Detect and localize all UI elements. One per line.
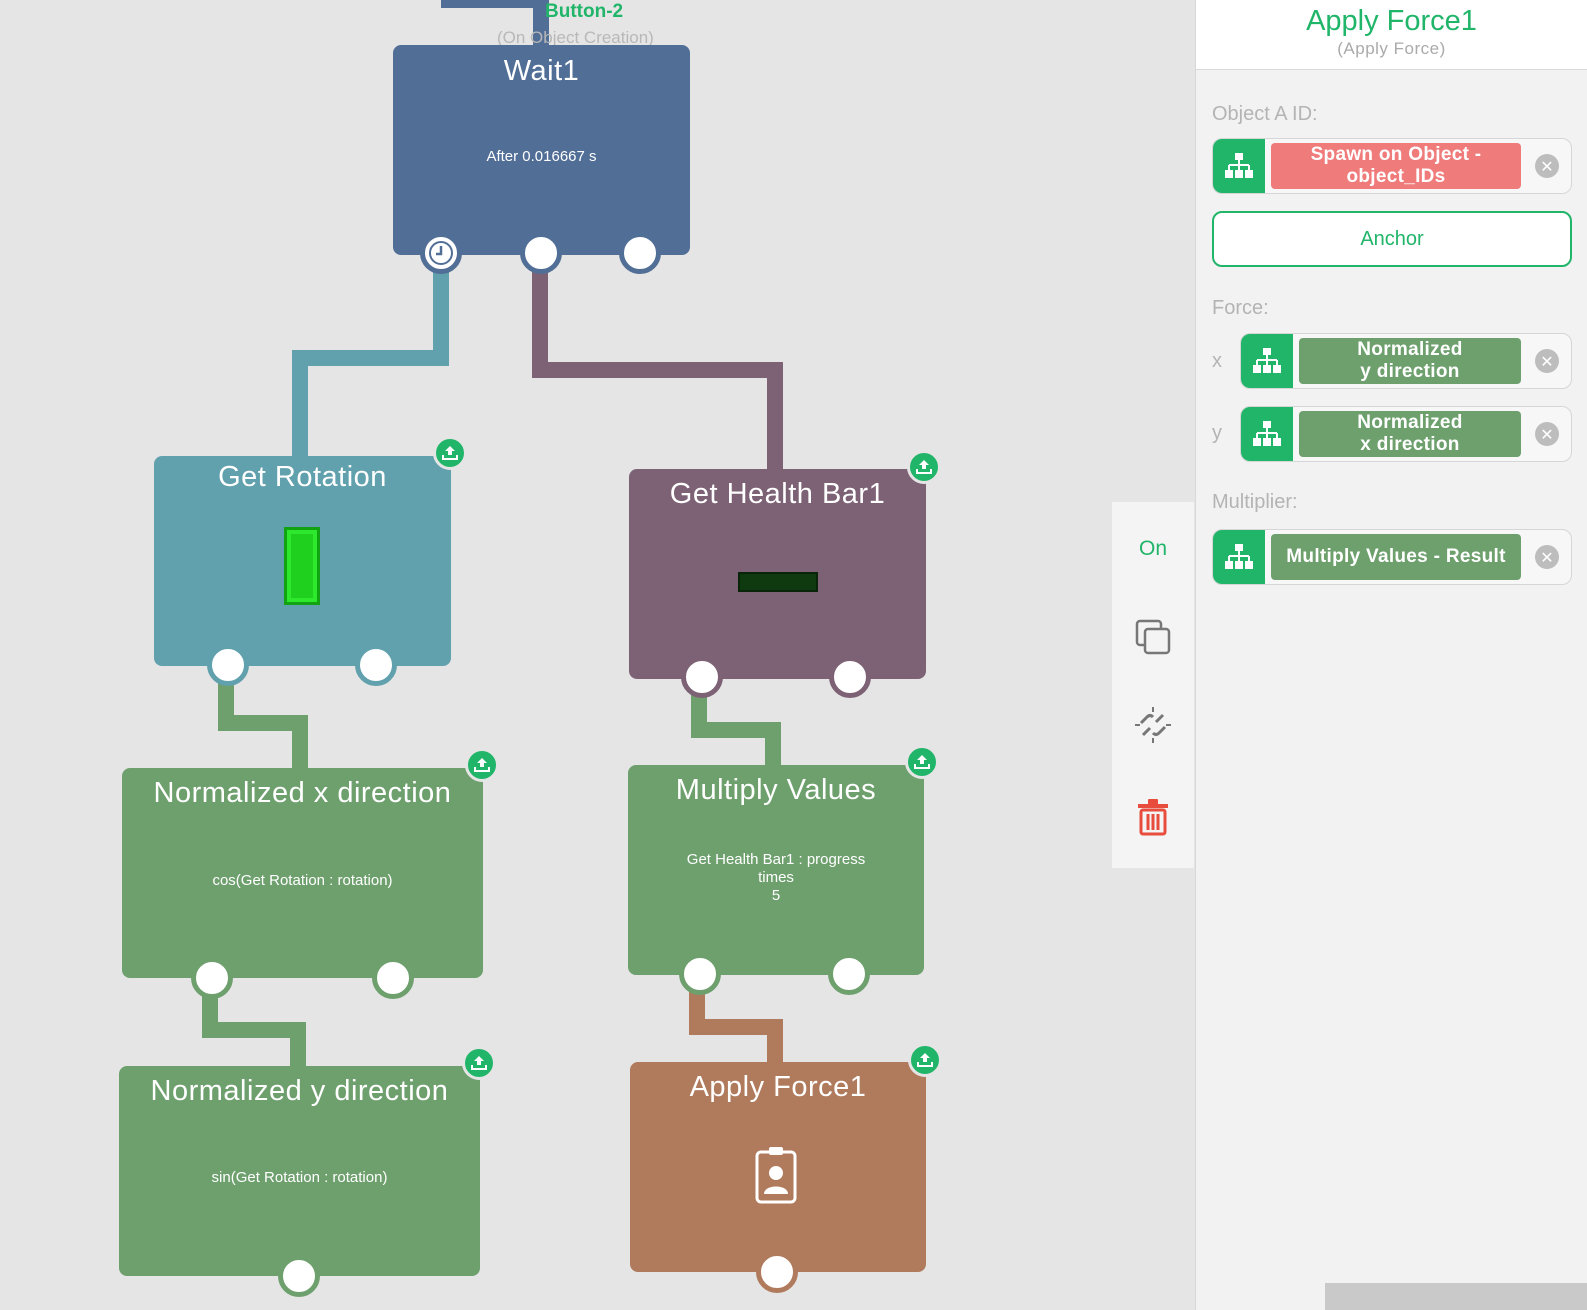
clear-icon[interactable]: ✕: [1535, 349, 1559, 373]
upload-icon[interactable]: [465, 748, 499, 782]
force-x-value-chip[interactable]: Normalized y direction: [1299, 338, 1521, 384]
chip-line: y direction: [1360, 361, 1460, 382]
node-context-toolbar: On: [1112, 502, 1194, 868]
trash-icon[interactable]: [1112, 787, 1194, 847]
toggle-on-button[interactable]: On: [1112, 519, 1194, 579]
output-port[interactable]: [828, 953, 870, 995]
description-line: Get Health Bar1 : progress: [686, 851, 866, 868]
output-port[interactable]: [756, 1251, 798, 1293]
multiplier-value-chip[interactable]: Multiply Values - Result: [1271, 534, 1521, 580]
multiply-values-node[interactable]: Multiply Values Get Health Bar1 : progre…: [628, 765, 924, 975]
upload-icon[interactable]: [462, 1046, 496, 1080]
anchor-button[interactable]: Anchor: [1212, 211, 1572, 267]
chip-line: x direction: [1360, 434, 1460, 455]
description-line: times: [758, 869, 794, 886]
chip-line: object_IDs: [1346, 166, 1446, 187]
node-title: Normalized y direction: [150, 1075, 449, 1107]
force-y-value-chip[interactable]: Normalized x direction: [1299, 411, 1521, 457]
force-x-label: x: [1212, 350, 1222, 372]
upload-icon[interactable]: [907, 450, 941, 484]
chip-line: Normalized: [1357, 412, 1463, 433]
output-port[interactable]: [278, 1255, 320, 1297]
node-description: After 0.016667 s: [486, 148, 597, 165]
apply-force-node[interactable]: Apply Force1: [630, 1062, 926, 1272]
output-port[interactable]: [355, 644, 397, 686]
clock-icon: [429, 241, 453, 265]
node-title: Normalized x direction: [153, 777, 452, 809]
output-port[interactable]: [829, 656, 871, 698]
normalized-x-node[interactable]: Normalized x direction cos(Get Rotation …: [122, 768, 483, 978]
panel-subtitle: (Apply Force): [1337, 39, 1446, 58]
trigger-label: Button-2: [545, 1, 624, 22]
hierarchy-icon[interactable]: [1241, 334, 1293, 388]
clear-icon[interactable]: ✕: [1535, 422, 1559, 446]
hierarchy-icon[interactable]: [1213, 139, 1265, 193]
properties-panel: Apply Force1 (Apply Force) Object A ID: …: [1195, 0, 1587, 1310]
clear-icon[interactable]: ✕: [1535, 154, 1559, 178]
get-health-bar-node[interactable]: Get Health Bar1: [629, 469, 926, 679]
force-y-reference[interactable]: Normalized x direction ✕: [1240, 406, 1572, 462]
node-title: Multiply Values: [675, 774, 877, 806]
output-port[interactable]: [191, 957, 233, 999]
hierarchy-icon[interactable]: [1241, 407, 1293, 461]
output-port[interactable]: [619, 232, 661, 274]
output-port[interactable]: [681, 656, 723, 698]
upload-icon[interactable]: [908, 1043, 942, 1077]
description-line: 5: [771, 887, 781, 904]
clear-icon[interactable]: ✕: [1535, 545, 1559, 569]
get-rotation-node[interactable]: Get Rotation: [154, 456, 451, 666]
upload-icon[interactable]: [905, 745, 939, 779]
wait-node[interactable]: Wait1 After 0.016667 s: [393, 45, 690, 255]
node-title: Apply Force1: [689, 1071, 867, 1103]
sprite-thumbnail: [284, 527, 320, 605]
multiplier-reference[interactable]: Multiply Values - Result ✕: [1212, 529, 1572, 585]
panel-title: Apply Force1: [1306, 5, 1477, 37]
output-port[interactable]: [207, 644, 249, 686]
object-a-value-chip[interactable]: Spawn on Object - object_IDs: [1271, 143, 1521, 189]
output-port[interactable]: [372, 957, 414, 999]
node-description: cos(Get Rotation : rotation): [212, 872, 393, 889]
node-description: Get Health Bar1 : progress times 5: [628, 851, 924, 905]
unlink-icon[interactable]: [1112, 695, 1194, 755]
normalized-y-node[interactable]: Normalized y direction sin(Get Rotation …: [119, 1066, 480, 1276]
chip-line: Normalized: [1357, 339, 1463, 360]
force-label: Force:: [1212, 297, 1269, 319]
node-title: Get Health Bar1: [669, 478, 886, 510]
output-port[interactable]: [679, 953, 721, 995]
object-a-reference[interactable]: Spawn on Object - object_IDs ✕: [1212, 138, 1572, 194]
sprite-thumbnail: [738, 572, 818, 592]
bottom-toolbar[interactable]: [1325, 1283, 1587, 1310]
panel-header: Apply Force1 (Apply Force): [1196, 0, 1587, 70]
object-a-label: Object A ID:: [1212, 103, 1318, 125]
timer-port[interactable]: [420, 232, 462, 274]
chip-line: Spawn on Object -: [1310, 144, 1482, 165]
force-y-label: y: [1212, 422, 1222, 444]
output-port[interactable]: [520, 232, 562, 274]
copy-icon[interactable]: [1112, 607, 1194, 667]
node-title: Wait1: [503, 55, 580, 87]
node-title: Get Rotation: [218, 461, 387, 493]
force-x-reference[interactable]: Normalized y direction ✕: [1240, 333, 1572, 389]
node-description: sin(Get Rotation : rotation): [211, 1169, 388, 1186]
multiplier-label: Multiplier:: [1212, 491, 1298, 513]
logic-canvas[interactable]: Button-2 (On Object Creation) Wait1 Afte…: [0, 0, 1195, 1310]
id-badge-icon: [755, 1146, 797, 1204]
hierarchy-icon[interactable]: [1213, 530, 1265, 584]
upload-icon[interactable]: [433, 436, 467, 470]
